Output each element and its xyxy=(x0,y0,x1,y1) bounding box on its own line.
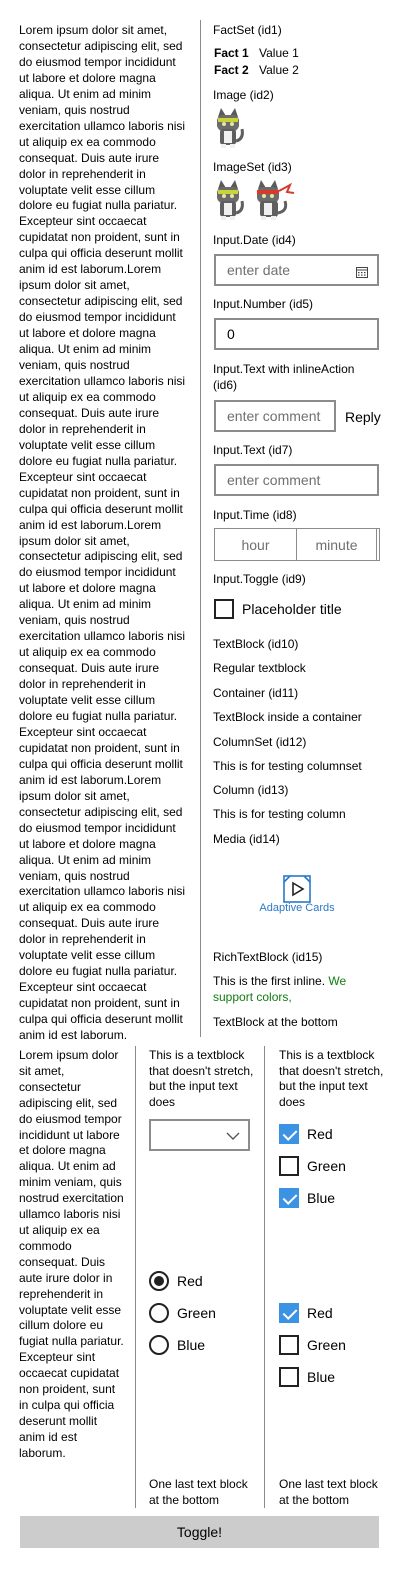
textblock-title: TextBlock (id10) xyxy=(213,637,299,651)
cat-image xyxy=(214,107,246,153)
fact-key: Fact 2 xyxy=(214,63,249,77)
radio-red-label[interactable]: Red xyxy=(177,1272,203,1290)
columnset-title: ColumnSet (id12) xyxy=(213,735,307,749)
number-value: 0 xyxy=(227,326,235,342)
fact-value: Value 2 xyxy=(259,63,299,77)
column-title: Column (id13) xyxy=(213,783,289,797)
checkbox-blue[interactable] xyxy=(279,1188,299,1208)
image-title: Image (id2) xyxy=(213,88,274,102)
date-input[interactable]: enter date xyxy=(214,254,379,286)
factset-title: FactSet (id1) xyxy=(213,23,282,37)
radio-green-label[interactable]: Green xyxy=(177,1304,216,1322)
col3-last-textblock: One last text block at the bottom xyxy=(279,1477,378,1507)
media-caption: Adaptive Cards xyxy=(259,902,335,914)
text-input[interactable]: enter comment xyxy=(214,464,379,496)
inline-text-input[interactable]: enter comment xyxy=(214,400,336,432)
fact-row: Fact 2 Value 2 xyxy=(214,62,299,79)
chevron-down-icon[interactable] xyxy=(226,1129,240,1145)
radio-red[interactable] xyxy=(149,1271,169,1291)
factset: Fact 1 Value 1 Fact 2 Value 2 xyxy=(214,45,299,79)
columnset-text: This is for testing columnset xyxy=(213,759,362,773)
input-text-title: Input.Text (id7) xyxy=(213,443,293,457)
choice-set-dropdown[interactable] xyxy=(149,1119,250,1151)
checkbox-blue-label[interactable]: Blue xyxy=(307,1368,335,1386)
toggle-checkbox[interactable] xyxy=(214,599,234,619)
radio-blue[interactable] xyxy=(149,1335,169,1355)
reply-button[interactable]: Reply xyxy=(345,408,381,426)
toggle-button-label: Toggle! xyxy=(176,1524,223,1540)
container-text: TextBlock inside a container xyxy=(213,710,362,724)
column-divider xyxy=(264,1046,265,1508)
toggle-title: Input.Toggle (id9) xyxy=(213,572,306,586)
number-title: Input.Number (id5) xyxy=(213,297,314,311)
richtext-title: RichTextBlock (id15) xyxy=(213,950,323,964)
checkbox-red-label[interactable]: Red xyxy=(307,1304,333,1322)
container-title: Container (id11) xyxy=(213,686,299,700)
checkbox-green[interactable] xyxy=(279,1335,299,1355)
date-placeholder: enter date xyxy=(227,262,291,278)
fact-key: Fact 1 xyxy=(214,46,249,60)
checkbox-red-label[interactable]: Red xyxy=(307,1125,333,1143)
inline-placeholder: enter comment xyxy=(227,408,321,424)
radio-blue-label[interactable]: Blue xyxy=(177,1336,205,1354)
col3-textblock: This is a textblock that doesn't stretch… xyxy=(279,1048,384,1109)
textblock-text: Regular textblock xyxy=(213,661,306,675)
toggle-label[interactable]: Placeholder title xyxy=(242,600,342,618)
checkbox-red[interactable] xyxy=(279,1124,299,1144)
cat-image xyxy=(217,180,244,220)
bottom-textblock: TextBlock at the bottom xyxy=(213,1015,338,1029)
media-player[interactable]: Adaptive Cards xyxy=(255,872,339,920)
media-title: Media (id14) xyxy=(213,832,280,846)
column-divider xyxy=(135,1046,136,1508)
imageset-title: ImageSet (id3) xyxy=(213,160,292,174)
fact-value: Value 1 xyxy=(259,46,299,60)
column-text: This is for testing column xyxy=(213,807,346,821)
col2-last-textblock: One last text block at the bottom xyxy=(149,1477,248,1507)
checkbox-blue-label[interactable]: Blue xyxy=(307,1189,335,1207)
checkbox-green[interactable] xyxy=(279,1156,299,1176)
image-set xyxy=(214,179,296,221)
checkbox-green-label[interactable]: Green xyxy=(307,1157,346,1175)
radio-green[interactable] xyxy=(149,1303,169,1323)
time-hour-field[interactable]: hour xyxy=(215,529,297,560)
cat-ninja-image xyxy=(257,180,295,220)
checkbox-blue[interactable] xyxy=(279,1367,299,1387)
richtext-inline-black: This is the first inline. xyxy=(213,974,329,988)
time-hour-placeholder: hour xyxy=(241,536,270,553)
fact-row: Fact 1 Value 1 xyxy=(214,45,299,62)
inline-action-title: Input.Text with inlineAction (id6) xyxy=(213,362,355,392)
col2-textblock: This is a textblock that doesn't stretch… xyxy=(149,1048,254,1109)
date-title: Input.Date (id4) xyxy=(213,233,296,247)
time-minute-field[interactable]: minute xyxy=(297,529,377,560)
calendar-icon[interactable] xyxy=(356,265,368,281)
toggle-button[interactable]: Toggle! xyxy=(20,1516,379,1548)
number-input[interactable]: 0 xyxy=(214,318,379,350)
lorem-text-bottom: Lorem ipsum dolor sit amet, consectetur … xyxy=(19,1048,124,1460)
lorem-text-top: Lorem ipsum dolor sit amet, consectetur … xyxy=(19,23,186,1043)
richtext-block: This is the first inline. We support col… xyxy=(213,973,373,1005)
time-title: Input.Time (id8) xyxy=(213,508,297,522)
checkbox-green-label[interactable]: Green xyxy=(307,1336,346,1354)
text-placeholder: enter comment xyxy=(227,472,321,488)
time-minute-placeholder: minute xyxy=(315,536,358,553)
time-input[interactable]: hour minute xyxy=(214,528,380,561)
checkbox-red[interactable] xyxy=(279,1303,299,1323)
column-divider xyxy=(200,20,201,1037)
